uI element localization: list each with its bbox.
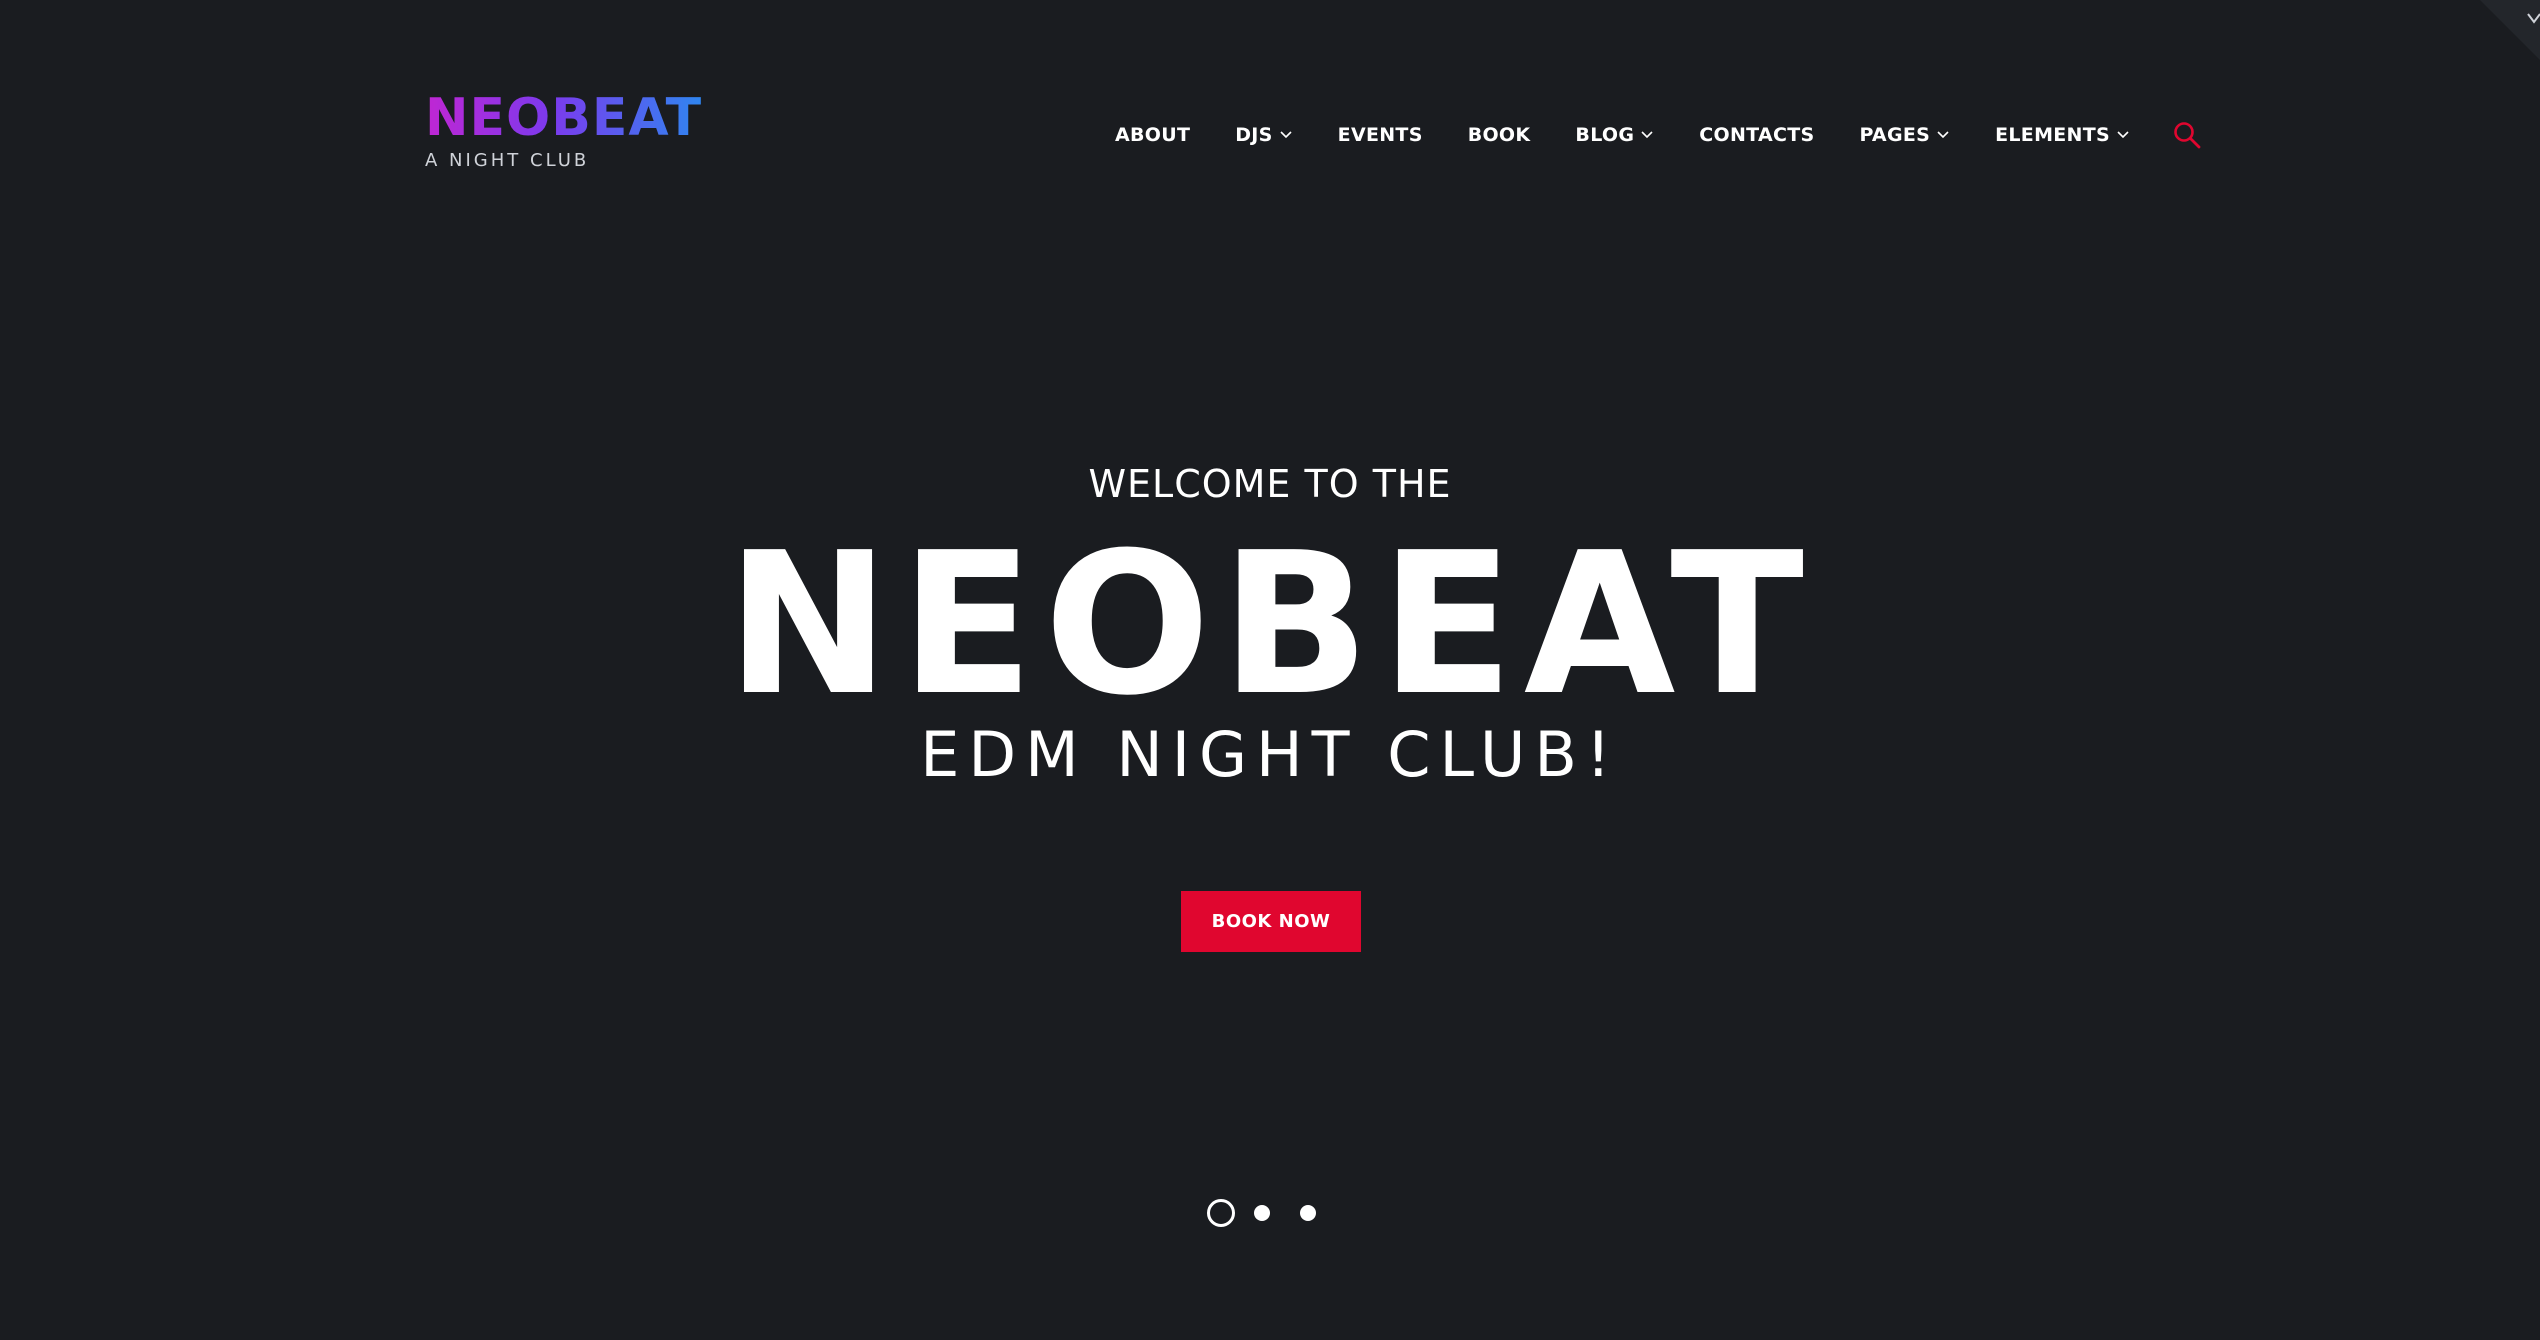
logo-title: NEOBEAT: [425, 88, 703, 148]
main-nav: ABOUT DJS EVENTS BOOK BLOG CONTACTS PAGE…: [1115, 118, 2204, 152]
nav-item-label: BOOK: [1467, 124, 1531, 146]
hero-title: NEOBEAT: [726, 511, 1814, 739]
search-icon: [2174, 122, 2201, 149]
site-logo[interactable]: NEOBEAT A NIGHT CLUB: [425, 88, 702, 171]
nav-item-events[interactable]: EVENTS: [1338, 124, 1423, 146]
hero-subtitle: EDM NIGHT CLUB!: [920, 718, 1620, 791]
nav-item-blog[interactable]: BLOG: [1575, 124, 1654, 146]
nav-item-pages[interactable]: PAGES: [1859, 124, 1950, 146]
search-button[interactable]: [2170, 118, 2204, 152]
chevron-down-icon: [1641, 131, 1653, 139]
nav-item-label: DJS: [1235, 124, 1273, 146]
slider-dot-1[interactable]: [1207, 1199, 1235, 1227]
nav-item-label: ELEMENTS: [1995, 124, 2111, 146]
slider-dot-3[interactable]: [1300, 1205, 1316, 1221]
slider-dot-2[interactable]: [1254, 1205, 1270, 1221]
nav-item-about[interactable]: ABOUT: [1115, 124, 1190, 146]
nav-item-label: CONTACTS: [1699, 124, 1815, 146]
nav-item-label: BLOG: [1575, 124, 1635, 146]
slider-pagination: [1207, 1199, 1346, 1227]
chevron-down-icon: [1937, 131, 1949, 139]
logo-subtitle: A NIGHT CLUB: [425, 150, 590, 171]
nav-item-label: PAGES: [1859, 124, 1931, 146]
nav-item-contacts[interactable]: CONTACTS: [1699, 124, 1814, 146]
nav-item-djs[interactable]: DJS: [1235, 124, 1292, 146]
chevron-down-icon: [1280, 131, 1292, 139]
nav-item-elements[interactable]: ELEMENTS: [1995, 124, 2130, 146]
nav-item-book[interactable]: BOOK: [1468, 124, 1531, 146]
corner-arrow-icon[interactable]: [2480, 0, 2540, 60]
nav-item-label: ABOUT: [1115, 124, 1191, 146]
book-now-button[interactable]: BOOK NOW: [1181, 891, 1361, 952]
chevron-down-icon: [2117, 131, 2129, 139]
hero-welcome-text: WELCOME TO THE: [1088, 462, 1452, 506]
page: NEOBEAT A NIGHT CLUB ABOUT DJS EVENTS BO…: [0, 0, 2540, 1340]
nav-item-label: EVENTS: [1337, 124, 1423, 146]
